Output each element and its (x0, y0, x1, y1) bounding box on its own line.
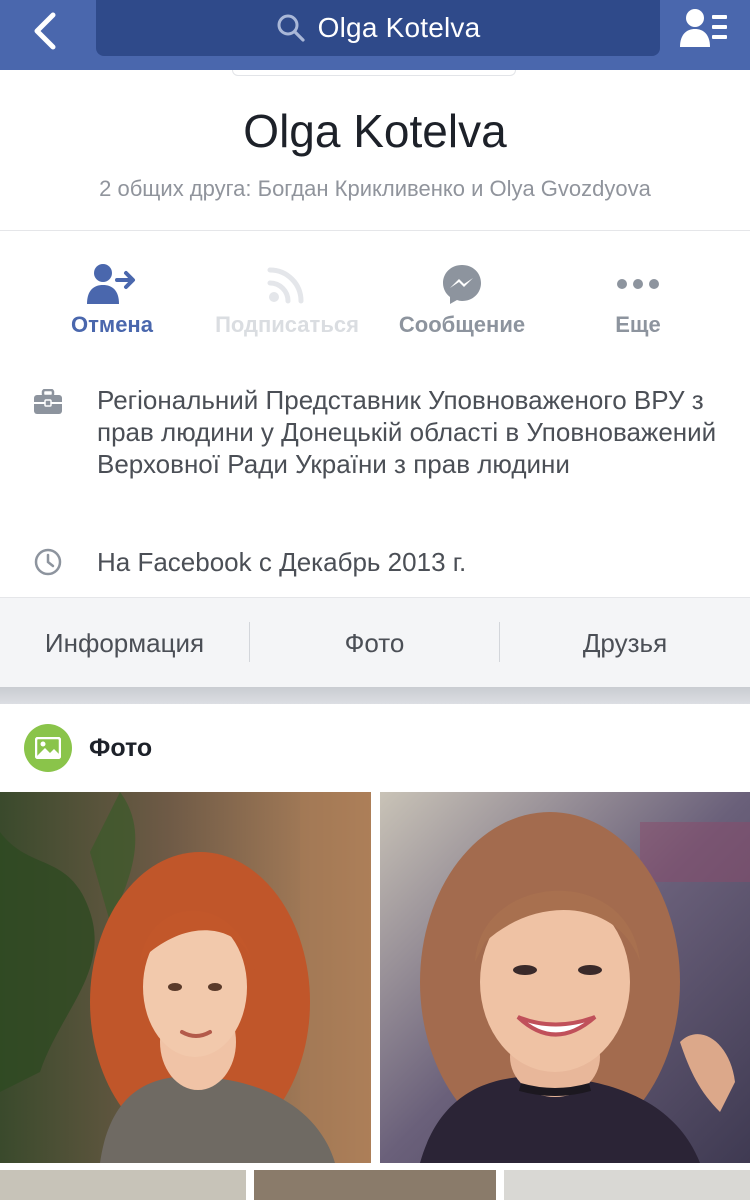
more-label: Еще (615, 312, 661, 337)
unfriend-icon (87, 264, 135, 304)
profile-photo-1[interactable] (0, 792, 371, 1163)
more-dots-icon (617, 279, 659, 289)
follow-button[interactable]: Подписаться (197, 258, 377, 338)
profile-photo-5[interactable] (504, 1170, 750, 1200)
briefcase-icon (32, 386, 64, 418)
profile-tabs: Информация Фото Друзья (0, 597, 750, 687)
cancel-request-button[interactable]: Отмена (22, 258, 202, 338)
message-label: Сообщение (398, 312, 526, 337)
photos-section-header[interactable]: Фото (0, 704, 750, 792)
work-info-row: Регіональний Представник Уповноваженого … (0, 384, 750, 514)
message-button[interactable]: Сообщение (372, 258, 552, 338)
profile-actions: Отмена Подписаться Сообщение Еще (0, 258, 750, 348)
cancel-label: Отмена (71, 312, 153, 337)
search-query-text: Olga Kotelva (317, 12, 481, 43)
more-button[interactable]: Еще (548, 258, 728, 338)
friend-requests-button[interactable] (676, 4, 732, 52)
follow-label: Подписаться (215, 312, 359, 337)
photos-section-title: Фото (89, 734, 153, 762)
search-icon (277, 14, 305, 42)
profile-photo-4[interactable] (254, 1170, 496, 1200)
joined-text: На Facebook с Декабрь 2013 г. (97, 547, 467, 577)
mutual-friends-text[interactable]: 2 общих друга: Богдан Крикливенко и Olya… (0, 176, 750, 202)
profile-photo-3[interactable] (0, 1170, 246, 1200)
top-nav-bar: Olga Kotelva (0, 0, 750, 70)
back-button[interactable] (20, 6, 70, 56)
joined-info-row: На Facebook с Декабрь 2013 г. (0, 546, 750, 582)
rss-icon (267, 267, 304, 304)
search-field[interactable]: Olga Kotelva (96, 0, 660, 56)
photo-icon (24, 724, 72, 772)
cover-photo-edge (232, 70, 516, 76)
divider (0, 230, 750, 231)
work-text: Регіональний Представник Уповноваженого … (97, 385, 717, 479)
section-divider (0, 687, 750, 704)
tab-info[interactable]: Информация (0, 598, 249, 688)
tab-photos[interactable]: Фото (250, 598, 499, 688)
profile-name: Olga Kotelva (243, 105, 507, 157)
clock-icon (32, 546, 64, 578)
friend-requests-icon (680, 9, 727, 47)
chevron-left-icon (34, 12, 56, 50)
profile-photo-2[interactable] (380, 792, 750, 1163)
messenger-icon (443, 265, 481, 304)
tab-friends[interactable]: Друзья (500, 598, 750, 688)
